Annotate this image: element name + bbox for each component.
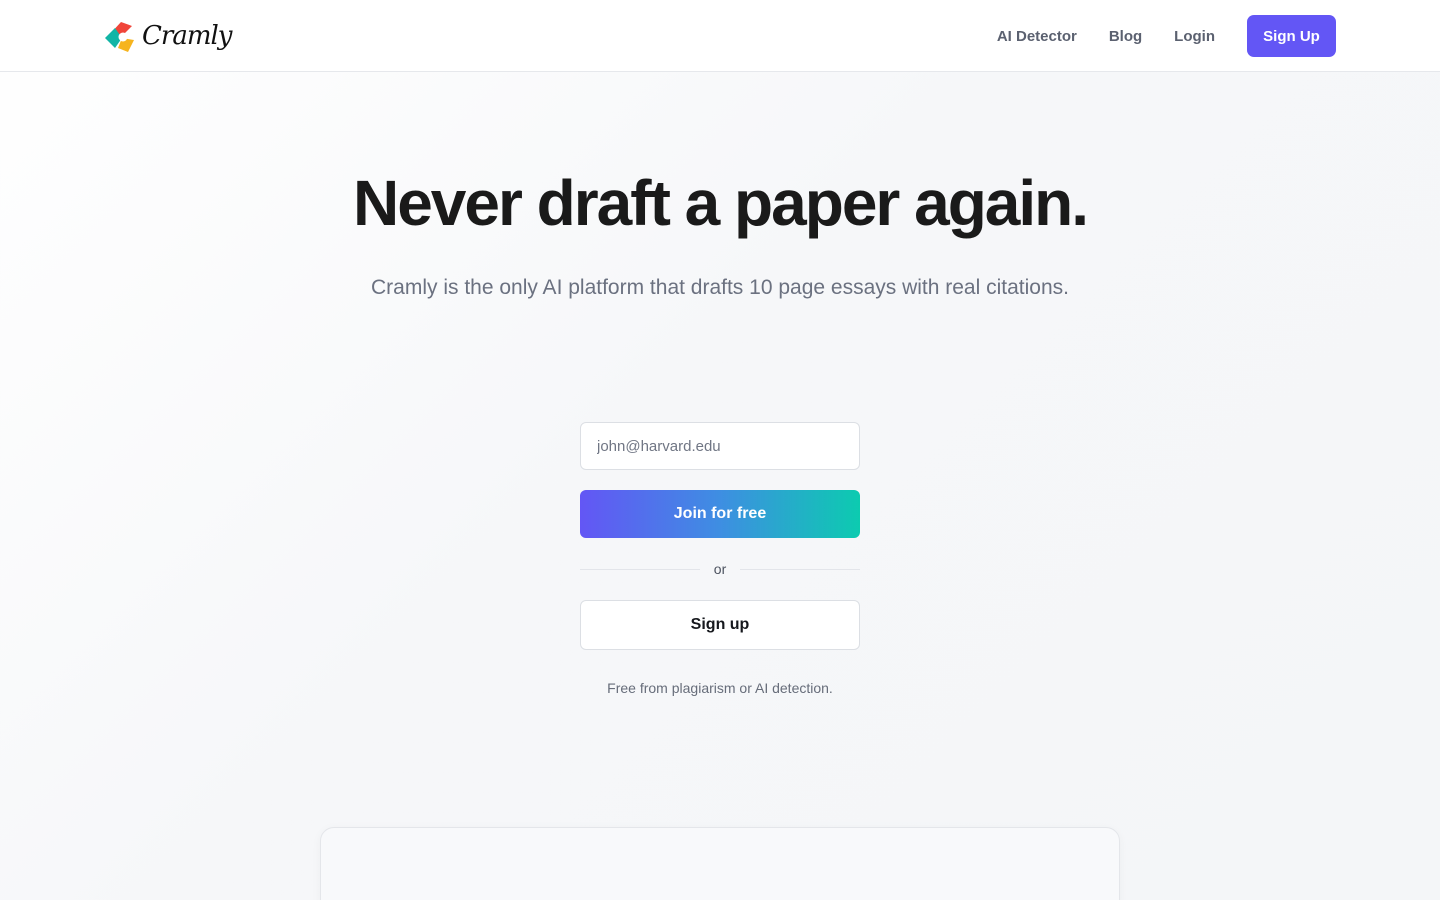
header-signup-button[interactable]: Sign Up: [1247, 15, 1336, 57]
disclaimer-text: Free from plagiarism or AI detection.: [607, 680, 833, 696]
logo-wordmark: Cramly: [142, 21, 232, 51]
nav-login[interactable]: Login: [1174, 28, 1215, 45]
or-divider: or: [580, 560, 861, 578]
logo-link[interactable]: Cramly: [104, 17, 232, 55]
cramly-logo-icon: [105, 22, 134, 52]
hero-title: Never draft a paper again.: [352, 167, 1089, 239]
hero-subtitle: Cramly is the only AI platform that draf…: [371, 276, 1069, 299]
divider-line-right: [740, 568, 861, 570]
divider-text: or: [713, 561, 727, 577]
main-nav: AI Detector Blog Login Sign Up: [997, 15, 1336, 57]
site-header: Cramly AI Detector Blog Login Sign Up: [0, 0, 1440, 72]
nav-blog[interactable]: Blog: [1109, 28, 1142, 45]
signup-form: Join for free or Sign up Free from plagi…: [580, 422, 861, 696]
email-input[interactable]: [580, 422, 860, 470]
nav-ai-detector[interactable]: AI Detector: [997, 28, 1077, 45]
join-for-free-button[interactable]: Join for free: [580, 490, 860, 538]
signup-button[interactable]: Sign up: [580, 600, 860, 650]
divider-line-left: [580, 568, 700, 570]
product-preview-card: [320, 827, 1120, 900]
